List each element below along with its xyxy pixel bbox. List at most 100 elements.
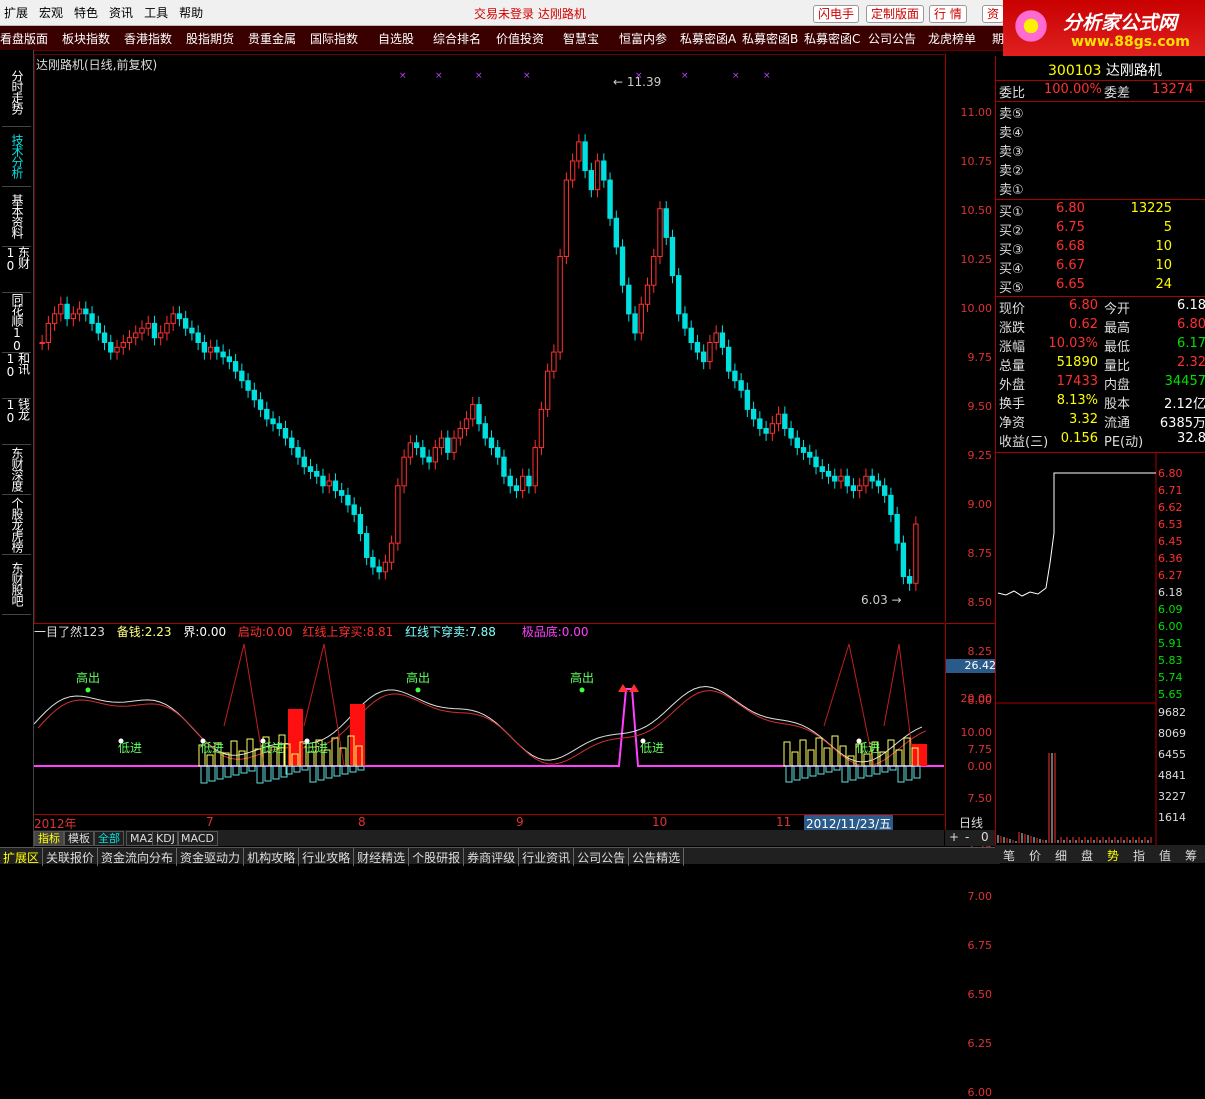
tab-macd[interactable]: MACD	[177, 831, 218, 846]
quote-tab[interactable]: 指	[1133, 847, 1145, 864]
nav-item[interactable]: 私募密函A	[680, 30, 736, 47]
zoom-out-button[interactable]: -	[965, 830, 969, 844]
quote-tab[interactable]: 筹	[1185, 847, 1197, 864]
candle-up	[401, 456, 407, 487]
volume-bar-down	[341, 765, 349, 775]
quote-button[interactable]: 行 情	[929, 5, 967, 23]
menu-extend[interactable]: 扩展	[0, 0, 35, 21]
left-tab[interactable]: 基本资料	[2, 186, 31, 247]
status-tab[interactable]: 行业资讯	[519, 848, 575, 866]
status-tab[interactable]: 券商评级	[464, 848, 520, 866]
intraday-chart[interactable]: 6.80 6.71 6.62 6.53 6.45 6.36 6.27 6.18 6.09 6.00…	[996, 453, 1205, 848]
nav-item[interactable]: 私募密函C	[804, 30, 860, 47]
left-tab[interactable]: 同花顺10	[2, 292, 31, 353]
status-tab[interactable]: 公告精选	[629, 848, 685, 866]
volume-bar-down	[897, 765, 905, 783]
menu-macro[interactable]: 宏观	[35, 0, 70, 21]
zoom-in-button[interactable]: +	[949, 830, 959, 844]
info-button[interactable]: 资	[982, 5, 1005, 23]
stat-label: 最高	[1104, 321, 1131, 336]
menu-special[interactable]: 特色	[70, 0, 105, 21]
nav-item[interactable]: 恒富内参	[619, 30, 667, 47]
candle-up	[538, 408, 545, 449]
candle-up	[382, 561, 389, 573]
left-tab[interactable]: 东财10	[2, 246, 31, 293]
candlestick-chart[interactable]: ← 11.39 6.03 → × × × × × × × ×	[34, 54, 945, 624]
nav-item[interactable]: 期	[992, 30, 1004, 47]
flash-trade-button[interactable]: 闪电手	[813, 5, 860, 23]
candle-down	[482, 423, 488, 439]
left-tab[interactable]: 技术分析	[2, 126, 31, 187]
candle-down	[195, 332, 201, 344]
nav-item[interactable]: 龙虎榜单	[928, 30, 976, 47]
quote-tab[interactable]: 细	[1055, 847, 1067, 864]
nav-item[interactable]: 自选股	[378, 30, 414, 47]
status-tab[interactable]: 财经精选	[354, 848, 410, 866]
indicator-panel[interactable]: 高出 高出 高出 低进 低进 低进 低进 低进 低进	[33, 623, 944, 814]
status-tab[interactable]: 行业攻略	[299, 848, 355, 866]
status-tab[interactable]: 关联报价	[43, 848, 99, 866]
quote-tab[interactable]: 价	[1029, 847, 1041, 864]
low-entry-dot	[200, 738, 206, 744]
candle-down	[257, 399, 264, 410]
tab-all[interactable]: 全部	[94, 831, 124, 846]
nav-item[interactable]: 智慧宝	[563, 30, 599, 47]
nav-item[interactable]: 价值投资	[496, 30, 544, 47]
sell-row: 卖③	[996, 141, 1205, 160]
status-tab[interactable]: 机构攻略	[244, 848, 300, 866]
buy-bar	[912, 744, 927, 766]
quote-tab[interactable]: 笔	[1003, 847, 1015, 864]
nav-item[interactable]: 香港指数	[124, 30, 172, 47]
tab-kdj[interactable]: KDJ	[152, 831, 179, 846]
buy-price: 6.75	[1056, 220, 1085, 235]
volume-bar-up	[807, 749, 815, 767]
stock-name: 达刚路机	[1105, 63, 1162, 79]
ind-item-label: 红线下穿卖:	[405, 625, 470, 639]
nav-item[interactable]: 综合排名	[433, 30, 481, 47]
status-tab[interactable]: 扩展区	[0, 848, 44, 866]
stat-value: 6385万	[1159, 416, 1205, 431]
nav-item[interactable]: 股指期货	[186, 30, 234, 47]
status-tab[interactable]: 资金流向分布	[98, 848, 178, 866]
low-entry-dot	[118, 738, 124, 744]
candle-down	[750, 408, 757, 420]
nav-item[interactable]: 看盘版面	[0, 30, 48, 47]
nav-item[interactable]: 公司公告	[868, 30, 916, 47]
menu-help[interactable]: 帮助	[175, 0, 210, 21]
custom-layout-button[interactable]: 定制版面	[866, 5, 925, 23]
status-tab[interactable]: 资金驱动力	[177, 848, 245, 866]
stat-row: 涨幅 10.03% 最低 6.17	[996, 336, 1205, 355]
stat-row: 总量 51890 量比 2.32	[996, 355, 1205, 374]
tab-template[interactable]: 模板	[64, 831, 94, 846]
quote-tab[interactable]: 盘	[1081, 847, 1093, 864]
nav-item[interactable]: 贵重金属	[248, 30, 296, 47]
left-tab[interactable]: 和讯10	[2, 352, 31, 399]
nav-item[interactable]: 国际指数	[310, 30, 358, 47]
period-label[interactable]: 日线	[945, 814, 996, 830]
nav-item[interactable]: 私募密函B	[742, 30, 798, 47]
candle-down	[869, 475, 875, 482]
stat-value: 0.62	[1069, 317, 1098, 332]
left-tab[interactable]: 东财股吧	[2, 554, 31, 615]
nav-item[interactable]: 板块指数	[62, 30, 110, 47]
quote-tab[interactable]: 势	[1107, 847, 1119, 864]
left-tab[interactable]: 分时走势	[2, 58, 31, 127]
status-tab[interactable]: 公司公告	[574, 848, 630, 866]
reset-button[interactable]: 0	[981, 830, 989, 844]
candle-down	[320, 475, 326, 487]
quote-tab[interactable]: 值	[1159, 847, 1171, 864]
left-tab[interactable]: 东财深度	[2, 444, 31, 495]
candle-down	[732, 370, 738, 382]
tab-indicator[interactable]: 指标	[34, 831, 64, 846]
menu-news[interactable]: 资讯	[105, 0, 140, 21]
status-tab[interactable]: 个股研报	[409, 848, 465, 866]
menu-tools[interactable]: 工具	[140, 0, 175, 21]
candle-down	[632, 313, 638, 334]
buy-row: 买① 6.80 13225	[996, 201, 1205, 220]
left-tab[interactable]: 钱龙10	[2, 398, 31, 445]
left-tab[interactable]: 个股龙虎榜	[2, 494, 31, 555]
candle-down	[295, 447, 301, 458]
intraday-tick: 5.83	[1158, 654, 1183, 667]
candle-down	[426, 456, 432, 463]
candle-up	[769, 423, 776, 434]
